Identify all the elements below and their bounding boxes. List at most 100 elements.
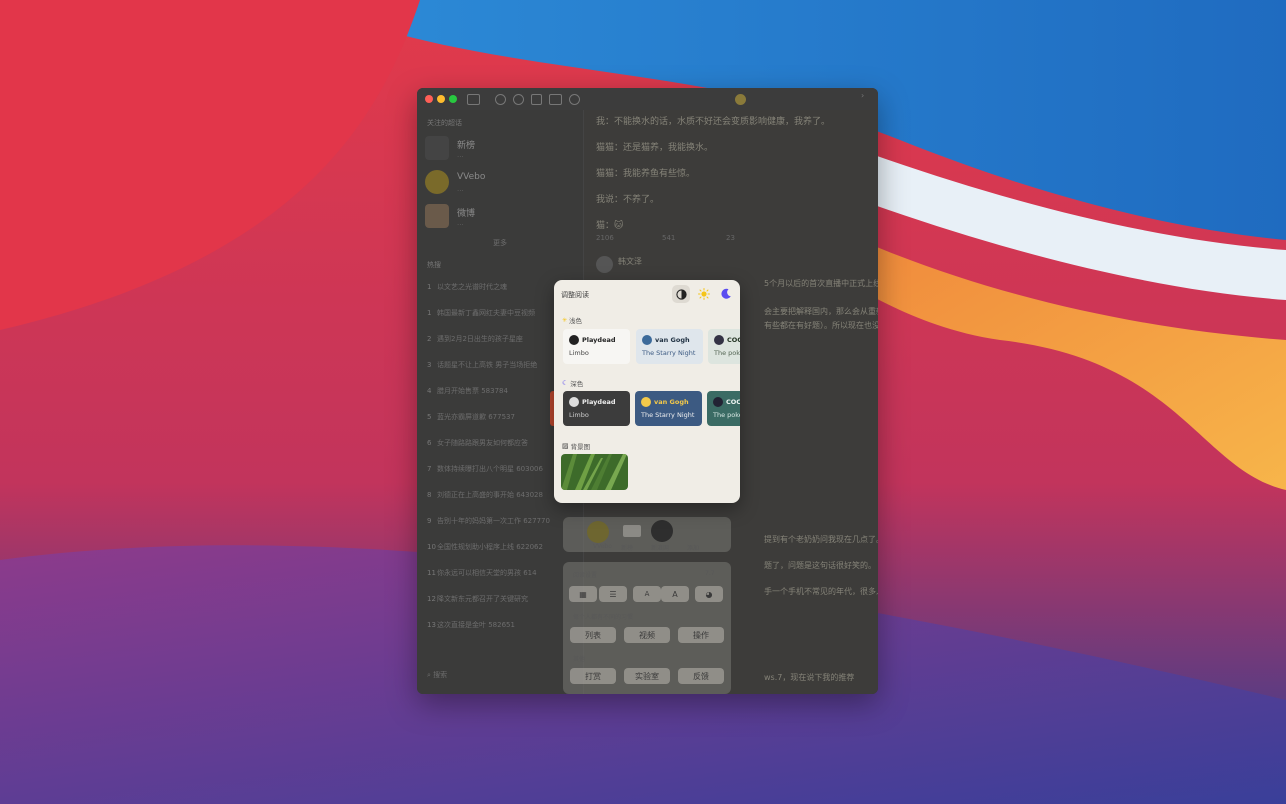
avatar: [425, 204, 449, 228]
grass-thumbnail: [561, 454, 628, 490]
playdead-icon: [569, 335, 579, 345]
account-label: 新榜: [621, 545, 634, 552]
theme-name: COCO: [727, 336, 740, 344]
auto-mode-button[interactable]: [672, 285, 690, 303]
account-avatar[interactable]: [623, 525, 641, 537]
message-icon[interactable]: [531, 94, 542, 105]
contrast-icon: [675, 288, 687, 300]
dark-mode-button[interactable]: [717, 285, 735, 303]
background-image-option[interactable]: [561, 454, 628, 490]
theme-subtitle: Limbo: [569, 411, 589, 419]
tip-button[interactable]: 打赏: [570, 668, 616, 684]
more-link[interactable]: 更多: [417, 238, 583, 248]
popover-title: 调整阅读: [561, 291, 589, 299]
zoom-window-button[interactable]: [449, 95, 457, 103]
settings-hint: 7.7: [705, 570, 715, 577]
mode-list-button[interactable]: 列表: [570, 627, 616, 643]
post-text: 手一个手机不常见的年代，很多人: [764, 587, 878, 596]
account-name: VVebo: [457, 172, 486, 182]
title-bar: ›: [417, 88, 878, 110]
theme-light-coco[interactable]: COCO The pokemon: [708, 329, 740, 364]
theme-name: van Gogh: [654, 398, 689, 406]
comment-count[interactable]: 541: [662, 234, 675, 242]
layout-list-button[interactable]: ☰: [599, 586, 627, 602]
theme-subtitle: The Starry Night: [642, 349, 696, 357]
like-count[interactable]: 23: [726, 234, 735, 242]
profile-icon[interactable]: [569, 94, 580, 105]
mode-video-button[interactable]: 视频: [624, 627, 670, 643]
post-text: 5个月以后的首次直播中正式上线。: [764, 279, 878, 288]
appearance-popover: 调整阅读 ✳ 浅色 Playdead Limbo van Gogh The St…: [554, 280, 740, 503]
theme-subtitle: The Starry Night: [641, 411, 695, 419]
theme-dark-coco[interactable]: COCO The pokemon: [707, 391, 740, 426]
hot-item[interactable]: 10全国性规划助小程序上线 622062: [427, 542, 577, 556]
more-icon[interactable]: ›: [861, 91, 870, 100]
notification-icon[interactable]: [513, 94, 524, 105]
account-avatar[interactable]: [587, 521, 609, 543]
theme-light-vangogh[interactable]: van Gogh The Starry Night: [636, 329, 703, 364]
sidebar-toggle-icon[interactable]: [467, 94, 480, 105]
other-label: 其他: [573, 656, 586, 663]
theme-subtitle: The pokemon: [713, 411, 740, 419]
account-name: 微博: [457, 209, 476, 219]
account-item[interactable]: 微博 ...: [425, 204, 575, 236]
theme-name: van Gogh: [655, 336, 690, 344]
theme-light-playdead[interactable]: Playdead Limbo: [563, 329, 630, 364]
hot-item[interactable]: 12降文新东元都召开了关键研究: [427, 594, 577, 608]
search-field[interactable]: ⌕ 搜索: [427, 670, 447, 680]
lab-button[interactable]: 实验室: [624, 668, 670, 684]
add-account-button[interactable]: 添加: [687, 543, 699, 552]
moon-icon: [721, 288, 731, 299]
avatar[interactable]: [596, 256, 613, 273]
hot-item[interactable]: 13这次直接是金叶 582651: [427, 620, 577, 634]
post-text: 题了，问题是这句话很好笑的。: [764, 561, 876, 570]
theme-name: Playdead: [582, 398, 616, 406]
layout-grid-button[interactable]: ▦: [569, 586, 597, 602]
avatar: [425, 136, 449, 160]
account-avatar[interactable]: [651, 520, 673, 542]
feedback-button[interactable]: 反馈: [678, 668, 724, 684]
post-text: ws.7，现在说下我的推荐: [764, 673, 855, 682]
palette-button[interactable]: ◕: [695, 586, 723, 602]
coco-icon: [713, 397, 723, 407]
account-label: 新浪网: [651, 545, 670, 552]
sun-icon: [698, 288, 710, 300]
accounts-header: 关注的超话: [427, 119, 462, 127]
theme-dark-vangogh[interactable]: van Gogh The Starry Night: [635, 391, 702, 426]
post-text: 有些都在有好题）。所以现在也没有: [764, 321, 878, 330]
avatar: [425, 170, 449, 194]
post-text: 我说：不养了。: [596, 195, 660, 205]
background-section-label: ▨ 背景图: [562, 442, 591, 451]
chat-icon[interactable]: [549, 94, 562, 105]
repost-count[interactable]: 2106: [596, 234, 614, 242]
hot-item[interactable]: 11你永远可以相信天堂的男孩 614: [427, 568, 577, 582]
minimize-window-button[interactable]: [437, 95, 445, 103]
light-section-label: ✳ 浅色: [562, 316, 583, 326]
account-label: VVebo: [593, 543, 612, 550]
reading-settings-panel: 阅读设置 7.7 ▦ ☰ A A ◕ 每个人都有不同的习惯 列表 视频 操作 其…: [563, 562, 731, 694]
theme-subtitle: The pokemon: [714, 349, 740, 357]
hot-item[interactable]: 9 告别十年的妈妈第一次工作 627770: [427, 516, 577, 530]
post-text: 猫猫：我能养鱼有些惊。: [596, 169, 696, 179]
account-item[interactable]: VVebo ...: [425, 170, 575, 202]
mode-action-button[interactable]: 操作: [678, 627, 724, 643]
moon-icon: ☾: [562, 379, 569, 387]
light-mode-button[interactable]: [695, 285, 713, 303]
dark-section-label: ☾ 深色: [562, 379, 584, 388]
account-sub: ...: [457, 151, 464, 159]
account-item[interactable]: 新榜 ...: [425, 136, 575, 168]
post-author[interactable]: 韩文泽: [618, 256, 642, 267]
font-smaller-button[interactable]: A: [633, 586, 661, 602]
post-text: 会主要把解释国内，那么会从重新看到人: [764, 307, 878, 316]
hot-header: 热搜: [427, 261, 441, 269]
font-larger-button[interactable]: A: [661, 586, 689, 602]
theme-name: COCO: [726, 398, 740, 406]
close-window-button[interactable]: [425, 95, 433, 103]
user-avatar-icon[interactable]: [735, 94, 746, 105]
home-icon[interactable]: [495, 94, 506, 105]
post-text: 猫猫：还是猫养，我能换水。: [596, 143, 714, 153]
post-text: 猫：🐱: [596, 221, 624, 231]
vangogh-icon: [642, 335, 652, 345]
theme-dark-playdead[interactable]: Playdead Limbo: [563, 391, 630, 426]
account-sub: ...: [457, 219, 464, 227]
